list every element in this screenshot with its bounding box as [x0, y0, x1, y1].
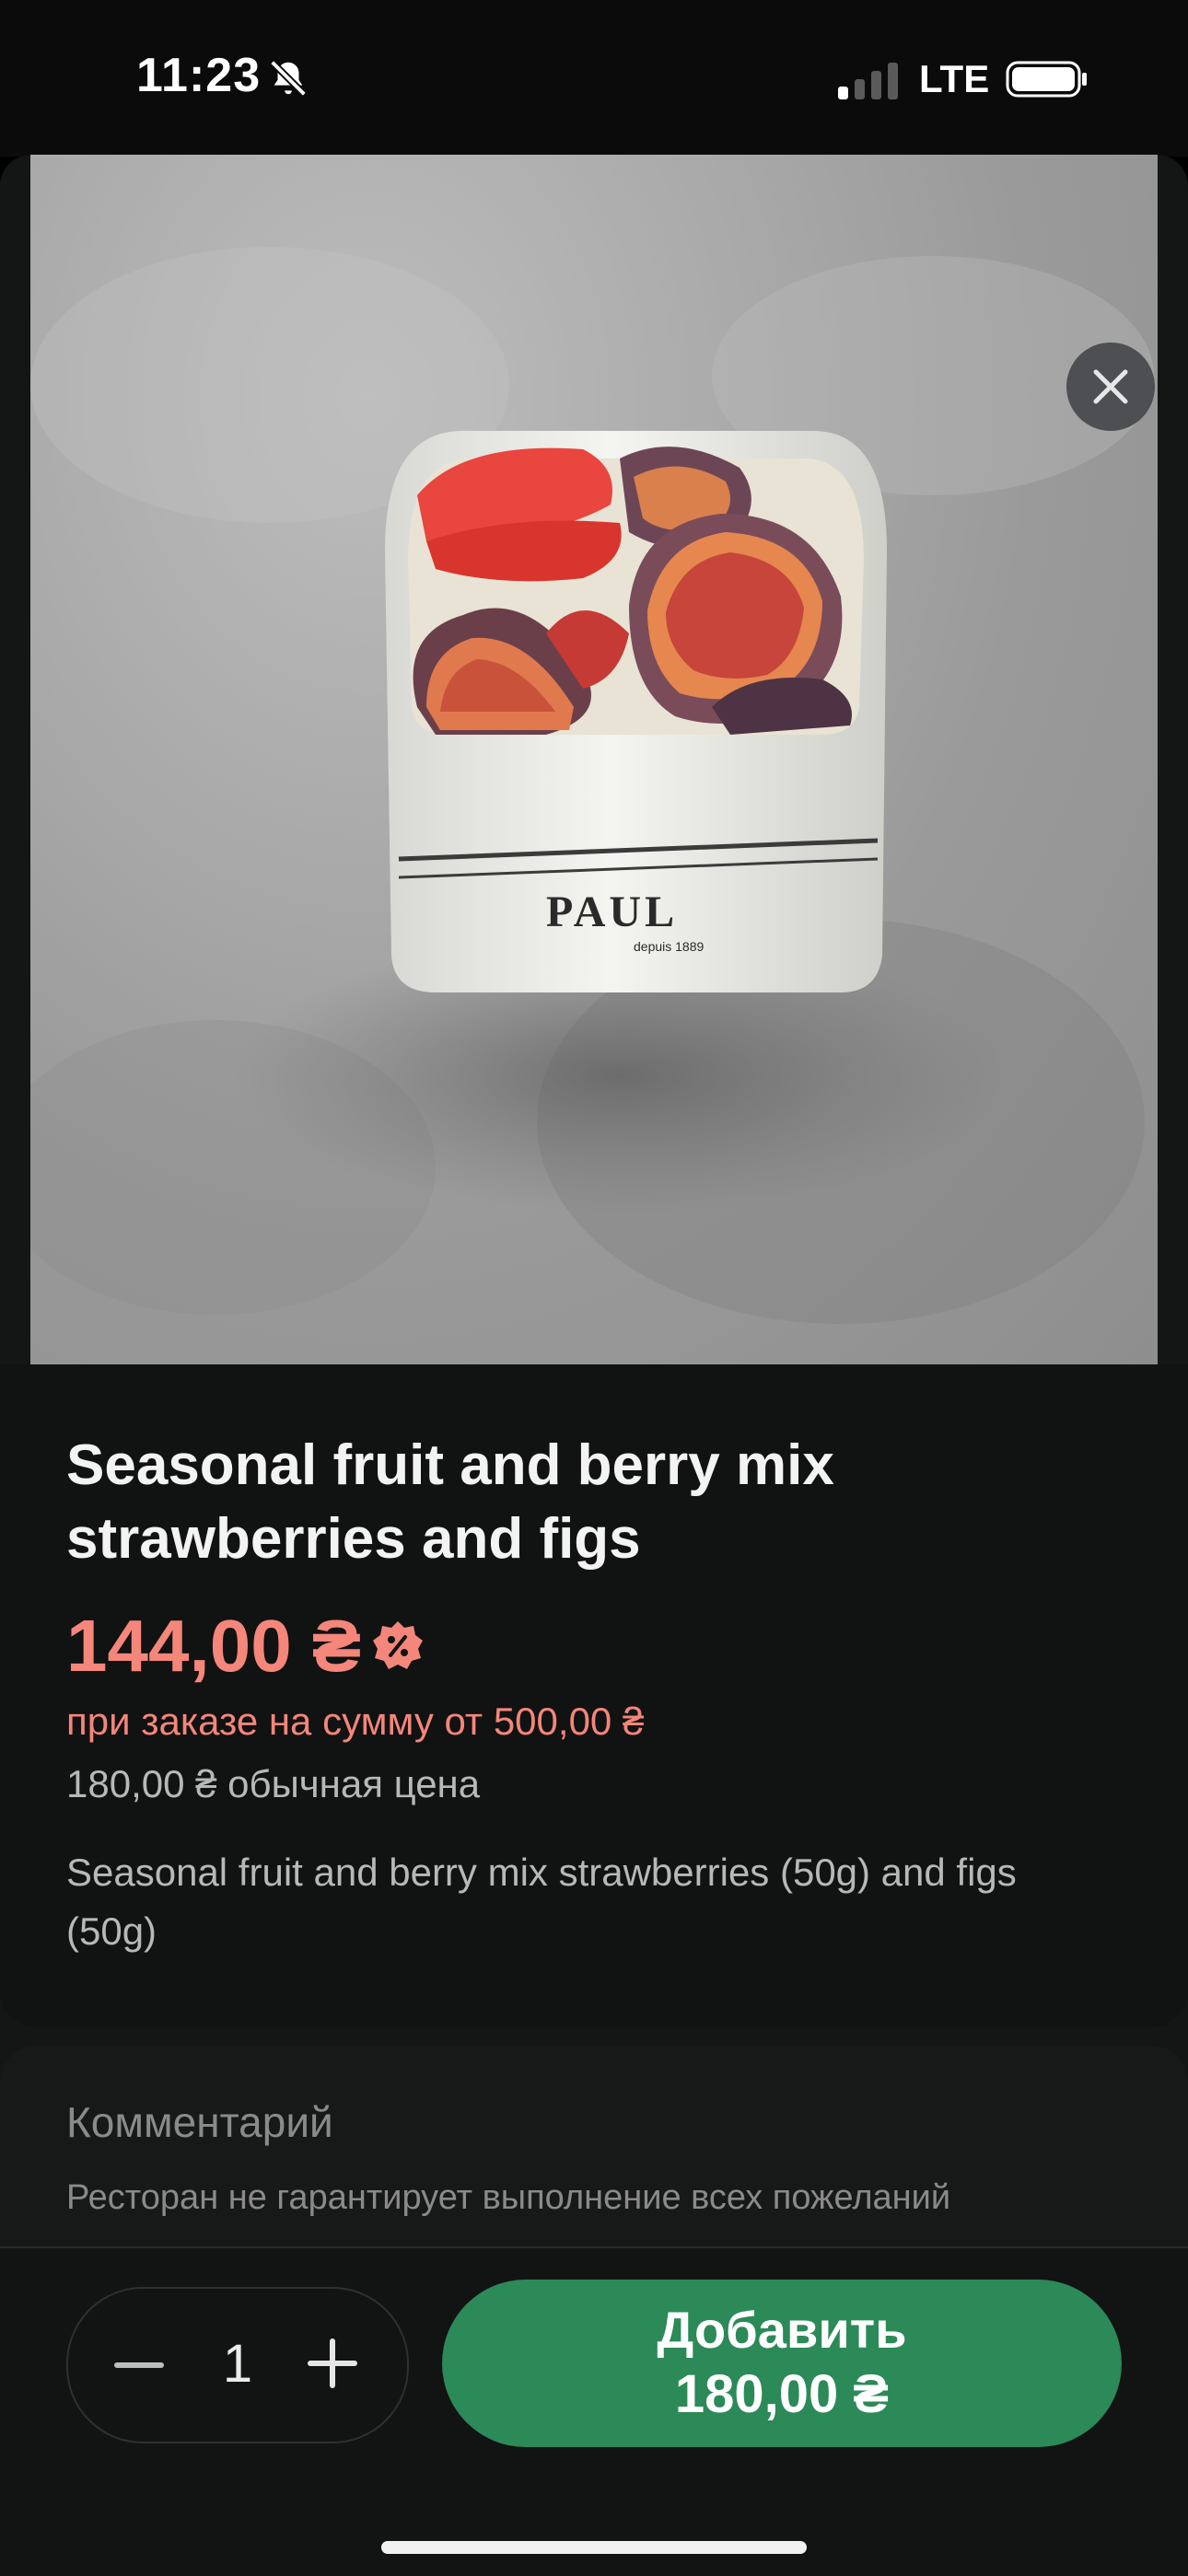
battery-icon: [1006, 61, 1087, 98]
price-row: 144,00 ₴: [66, 1604, 425, 1688]
comment-hint: Ресторан не гарантирует выполнение всех …: [66, 2178, 951, 2217]
home-indicator[interactable]: [381, 2541, 807, 2554]
cup-brand-text: PAUL: [546, 888, 678, 936]
cup-brand-sub-text: depuis 1889: [634, 939, 705, 954]
product-description: Seasonal fruit and berry mix strawberrie…: [66, 1851, 1017, 1953]
close-button[interactable]: [1066, 342, 1155, 431]
regular-price: 180,00 ₴ обычная цена: [66, 1762, 481, 1805]
status-bar: 11:23 LTE: [0, 0, 1188, 157]
minus-icon[interactable]: [114, 2362, 164, 2368]
promo-condition: при заказе на сумму от 500,00 ₴: [66, 1700, 645, 1743]
add-button-price: 180,00 ₴: [674, 2364, 890, 2424]
plus-icon[interactable]: [308, 2338, 357, 2388]
quantity-value: 1: [222, 2334, 253, 2394]
signal-icon: [838, 63, 898, 99]
comment-section[interactable]: [0, 2046, 1188, 2248]
network-type: LTE: [919, 57, 990, 100]
product-title: Seasonal fruit and berry mix strawberrie…: [66, 1433, 834, 1571]
add-to-cart-button[interactable]: Добавить 180,00 ₴: [442, 2280, 1122, 2447]
promo-price: 144,00 ₴: [66, 1605, 362, 1687]
add-button-label: Добавить: [657, 2301, 907, 2359]
status-time: 11:23: [136, 49, 262, 102]
product-image: PAUL depuis 1889: [30, 155, 1158, 1364]
bell-slash-icon: [270, 60, 307, 97]
discount-badge-icon: [373, 1621, 424, 1669]
comment-title[interactable]: Комментарий: [66, 2097, 333, 2147]
close-icon: [1093, 369, 1128, 404]
product-photo-illustration: PAUL depuis 1889: [30, 247, 1154, 1324]
